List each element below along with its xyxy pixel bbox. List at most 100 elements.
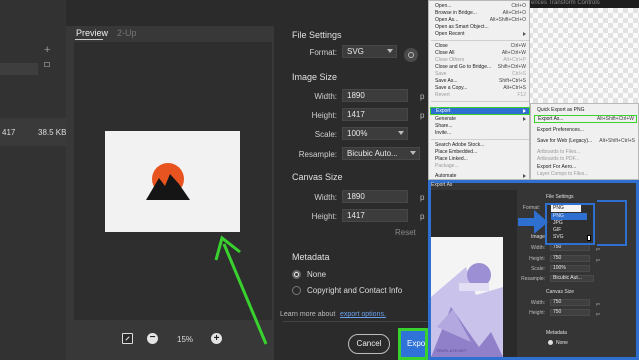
height-field[interactable]: 1417 [342,108,408,121]
submenu-item-export-aero[interactable]: Export For Aero... [537,164,637,171]
submenu-item-layer-comps[interactable]: Layer Comps to Files... [537,171,637,178]
format-option-png[interactable]: PNG [551,213,587,220]
scale-select[interactable]: 100% [342,127,408,140]
submenu-arrow-icon [523,174,526,178]
left-panel [0,0,66,360]
fit-to-screen-icon[interactable] [122,333,133,344]
metadata-copyright-radio[interactable] [292,286,301,295]
width-unit: p [420,92,425,101]
inset-file-settings-heading: File Settings [546,194,574,200]
inset-resample-label: Resample: [521,276,545,282]
inset-metadata-none-radio[interactable] [548,340,553,345]
menu-item-save-copy[interactable]: Save a Copy... Alt+Ctrl+S [435,85,529,92]
reset-button[interactable]: Reset [395,228,416,237]
inset-metadata-heading: Metadata [546,330,567,336]
menu-item-shortcut: Ctrl+O [511,3,526,9]
menu-item-open[interactable]: Open... Ctrl+O [435,3,529,10]
blue-bracket-annotation [597,200,627,246]
menu-item-label: Package... [435,163,459,169]
inset-canvas-width-label: Width: [530,300,545,306]
inset-width-field[interactable]: 750 [550,244,590,251]
menu-item-close-all[interactable]: Close All Alt+Ctrl+W [435,50,529,57]
menu-item-invite[interactable]: Invite... [435,130,529,137]
menu-item-share[interactable]: Share... [435,123,529,130]
zoom-level: 15% [177,335,194,344]
format-option-svg[interactable]: SVG [551,234,587,241]
submenu-arrow-icon [523,109,526,113]
template-watermark: TEMPLATE.NET [436,348,467,353]
menu-item-open-smart-object[interactable]: Open as Smart Object... [435,24,529,31]
menu-item-label: Browse in Bridge... [435,10,477,16]
height-unit: p [420,111,425,120]
tab-preview[interactable]: Preview [76,28,108,38]
menu-item-search-stock[interactable]: Search Adobe Stock... [435,142,529,149]
inset-format-value[interactable]: PNG [551,205,581,212]
resample-select[interactable]: Bicubic Auto... [342,147,420,160]
submenu-item-export-preferences[interactable]: Export Preferences... [537,127,637,134]
submenu-item-export-as[interactable]: Export As... Alt+Shift+Ctrl+W [534,115,637,123]
metadata-heading: Metadata [292,252,330,262]
menu-item-close[interactable]: Close Ctrl+W [435,43,529,50]
menu-item-shortcut: Shift+Ctrl+S [499,78,526,84]
asset-dimension: 417 [2,128,16,137]
menu-item-automate[interactable]: Automate [435,173,529,180]
zoom-out-button[interactable]: − [147,333,158,344]
menu-item-label: Place Linked... [435,156,468,162]
menu-item-shortcut: Alt+Shift+Ctrl+O [489,17,526,23]
inset-height-field[interactable]: 750 [550,255,590,262]
menu-item-package[interactable]: Package... [435,163,529,170]
inset-canvas-height-field[interactable]: 750 [550,309,590,316]
menu-item-revert[interactable]: Revert F12 [435,92,529,99]
submenu-item-artboards-pdf[interactable]: Artboards to PDF... [537,156,637,163]
canvas-height-label: Height: [311,212,337,221]
menu-item-label: Open... [435,3,452,9]
format-option-gif[interactable]: GIF [551,227,587,234]
cancel-button[interactable]: Cancel [348,334,390,354]
height-label: Height: [311,111,337,120]
menu-item-open-as[interactable]: Open As... Alt+Shift+Ctrl+O [435,17,529,24]
canvas-height-field[interactable]: 1417 [342,209,408,222]
remove-icon[interactable] [44,62,50,67]
gear-icon[interactable] [404,48,418,62]
menu-item-place-embedded[interactable]: Place Embedded... [435,149,529,156]
file-menu: Open... Ctrl+O Browse in Bridge... Alt+Ctr… [428,0,530,180]
menu-separator [431,40,529,41]
menu-item-shortcut: Ctrl+W [510,43,526,49]
menu-item-open-recent[interactable]: Open Recent [435,31,529,38]
add-icon[interactable]: + [44,44,50,56]
menu-item-label: Share... [435,123,453,129]
export-button[interactable]: Expo [398,328,428,360]
submenu-item-label: Artboards to Files... [537,149,581,155]
menu-item-generate[interactable]: Generate [435,116,529,123]
menu-item-save-as[interactable]: Save As... Shift+Ctrl+S [435,78,529,85]
submenu-item-label: Layer Comps to Files... [537,171,589,177]
inset-canvas-width-field[interactable]: 750 [550,299,590,306]
inset-scale-select[interactable]: 100% [550,265,590,272]
menu-item-close-go-bridge[interactable]: Close and Go to Bridge... Shift+Ctrl+W [435,64,529,71]
inset-resample-select[interactable]: Bicubic Aut... [550,275,594,282]
width-field[interactable]: 1890 [342,89,408,102]
tab-2-up[interactable]: 2-Up [117,28,137,38]
menu-item-label: Close and Go to Bridge... [435,64,492,70]
left-input-field[interactable] [0,63,38,75]
export-options-link[interactable]: export options. [340,311,386,318]
format-option-jpg[interactable]: JPG [551,220,587,227]
menu-item-place-linked[interactable]: Place Linked... [435,156,529,163]
submenu-item-quick-export[interactable]: Quick Export as PNG [537,107,637,114]
menu-item-label: Generate [435,116,456,122]
learn-more-text: Learn more about [280,311,336,318]
menu-item-close-others[interactable]: Close Others Alt+Ctrl+P [435,57,529,64]
metadata-none-radio[interactable] [292,270,301,279]
menu-item-export[interactable]: Export [430,107,530,115]
zoom-in-button[interactable]: + [211,333,222,344]
submenu-item-save-for-web[interactable]: Save for Web (Legacy)... Alt+Shift+Ctrl+S [537,138,637,145]
canvas-width-field[interactable]: 1890 [342,190,408,203]
menu-item-save[interactable]: Save Ctrl+S [435,71,529,78]
menu-item-browse-in-bridge[interactable]: Browse in Bridge... Alt+Ctrl+O [435,10,529,17]
canvas-height-unit: p [420,212,425,221]
menu-item-label: Save [435,71,447,77]
submenu-item-artboards-files[interactable]: Artboards to Files... [537,149,637,156]
format-select[interactable]: SVG [342,45,397,58]
metadata-none-label: None [307,270,327,279]
inset-canvas-height-unit: px [596,311,601,316]
